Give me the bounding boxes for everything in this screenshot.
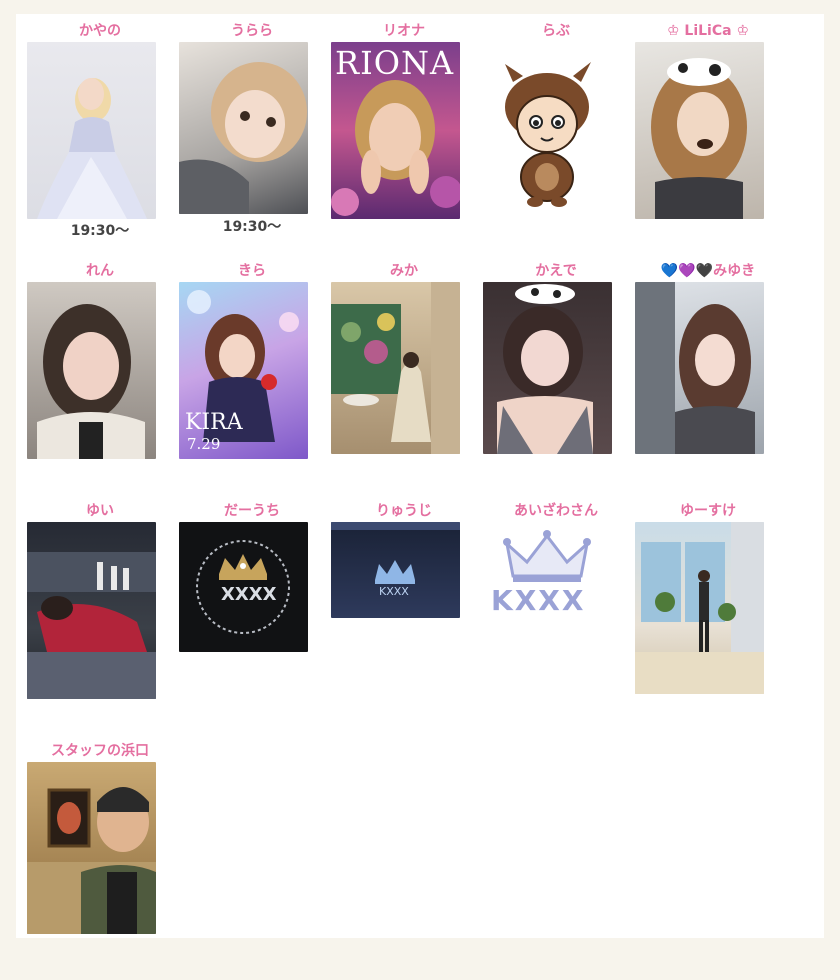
cast-card[interactable]: ゆい	[24, 500, 176, 740]
cast-photo[interactable]: KXXX	[331, 522, 460, 618]
cast-photo[interactable]: XXXX	[179, 522, 308, 652]
cast-name: きら	[238, 263, 266, 279]
cast-card[interactable]: 💙💜🖤みゆき	[632, 260, 784, 500]
cast-card[interactable]: みか	[328, 260, 480, 500]
cast-photo[interactable]	[483, 282, 612, 454]
cast-name: ♔ LiLiCa ♔	[666, 23, 749, 39]
cast-photo[interactable]	[27, 762, 156, 934]
cast-photo[interactable]	[331, 282, 460, 454]
cast-name: かやの	[79, 23, 121, 39]
photo-caption: KIRA	[185, 410, 243, 435]
cast-name: りゅうじ	[376, 503, 432, 519]
cast-name: だーうち	[224, 503, 280, 519]
cast-name: かえで	[535, 263, 577, 279]
cast-photo[interactable]	[635, 522, 764, 694]
cast-name: ゆい	[86, 503, 114, 519]
photo-caption: RIONA	[335, 44, 455, 82]
cast-photo[interactable]	[635, 42, 764, 219]
cast-card[interactable]: らぶ	[480, 20, 632, 260]
cast-name: あいざわさん	[514, 503, 598, 519]
cast-card[interactable]: ゆーすけ	[632, 500, 784, 740]
photo-caption: XXXX	[221, 584, 277, 605]
cast-card[interactable]: きら KIRA 7.29	[176, 260, 328, 500]
cast-name: れん	[86, 263, 114, 279]
photo-caption: KXXX	[491, 584, 586, 617]
cast-name: 💙💜🖤みゆき	[660, 263, 756, 279]
shift-time: 19:30〜	[70, 223, 130, 239]
cast-photo[interactable]	[483, 42, 612, 219]
cast-card[interactable]: かえで	[480, 260, 632, 500]
cast-card[interactable]: あいざわさん KXXX	[480, 500, 632, 740]
cast-photo[interactable]	[27, 522, 156, 699]
cast-name: うらら	[231, 23, 273, 39]
cast-photo[interactable]: RIONA	[331, 42, 460, 219]
cast-photo[interactable]: KXXX	[483, 522, 612, 618]
cast-photo[interactable]	[27, 282, 156, 459]
photo-date: 7.29	[187, 435, 221, 453]
cast-name: スタッフの浜口	[51, 743, 149, 759]
cast-name: らぶ	[542, 23, 570, 39]
cast-card[interactable]: だーうち XXXX	[176, 500, 328, 740]
cast-card[interactable]: りゅうじ KXXX	[328, 500, 480, 740]
cast-grid: かやの 19:30〜 うらら 19:30〜 リオナ RIONA らぶ ♔ LiL…	[24, 20, 784, 980]
cast-photo[interactable]	[635, 282, 764, 454]
cast-photo[interactable]	[27, 42, 156, 219]
shift-time: 19:30〜	[222, 219, 282, 235]
cast-name: みか	[390, 263, 418, 279]
photo-caption: KXXX	[379, 585, 409, 598]
cast-photo[interactable]: KIRA 7.29	[179, 282, 308, 459]
cast-card[interactable]: スタッフの浜口	[24, 740, 176, 980]
cast-photo[interactable]	[179, 42, 308, 214]
cast-name: リオナ	[383, 23, 425, 39]
cast-sheet: かやの 19:30〜 うらら 19:30〜 リオナ RIONA らぶ ♔ LiL…	[16, 14, 824, 938]
cast-card[interactable]: れん	[24, 260, 176, 500]
cast-name: ゆーすけ	[680, 503, 736, 519]
cast-card[interactable]: うらら 19:30〜	[176, 20, 328, 260]
cast-card[interactable]: かやの 19:30〜	[24, 20, 176, 260]
cast-card[interactable]: リオナ RIONA	[328, 20, 480, 260]
cast-card[interactable]: ♔ LiLiCa ♔	[632, 20, 784, 260]
